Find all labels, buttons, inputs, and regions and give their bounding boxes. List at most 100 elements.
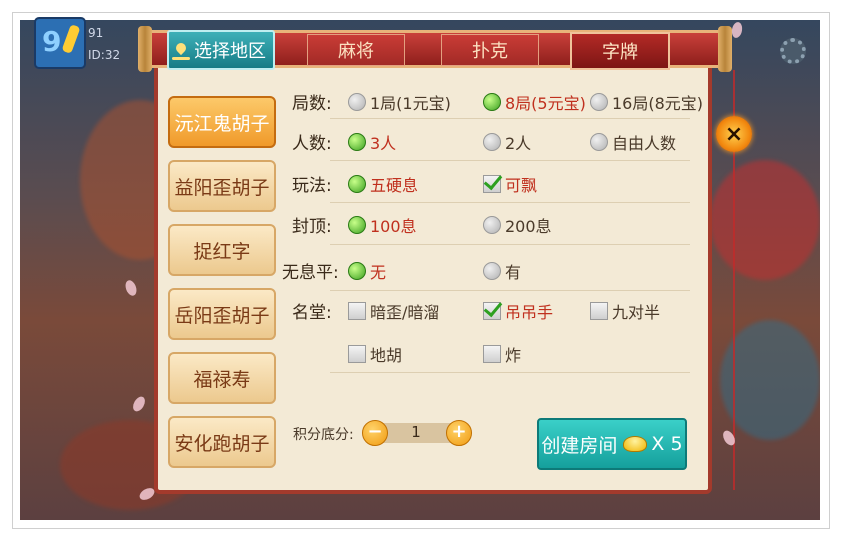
- players-option-label: 3人: [370, 134, 397, 153]
- ming-tang-option[interactable]: 九对半: [590, 299, 660, 323]
- radio-selected-icon: [348, 133, 366, 151]
- ming-tang-option-label: 九对半: [612, 303, 661, 322]
- ming-tang-option[interactable]: 暗歪/暗溜: [348, 299, 439, 323]
- play-label: 玩法:: [292, 176, 332, 196]
- no-xi-option-label: 无: [370, 263, 387, 282]
- tab-mahjong-label: 麻将: [338, 41, 374, 62]
- cap-option-label: 100息: [370, 217, 417, 236]
- ming-tang-option-label: 地胡: [370, 346, 403, 365]
- select-region-label: 选择地区: [194, 41, 266, 62]
- cap-option[interactable]: 100息: [348, 213, 417, 237]
- create-room-label: 创建房间: [541, 434, 618, 457]
- region-button[interactable]: 岳阳歪胡子: [168, 288, 276, 340]
- score-stepper[interactable]: 1 − +: [362, 420, 472, 446]
- region-button[interactable]: 安化跑胡子: [168, 416, 276, 468]
- tab-mahjong[interactable]: 麻将: [307, 34, 405, 66]
- region-label: 捉红字: [193, 240, 251, 263]
- row-divider: [330, 244, 690, 245]
- create-room-cost: X 5: [651, 433, 683, 455]
- region-button[interactable]: 福禄寿: [168, 352, 276, 404]
- create-room-button[interactable]: 创建房间 X 5: [537, 418, 687, 470]
- rounds-label: 局数:: [292, 94, 332, 114]
- play-option-label: 可飘: [505, 176, 538, 195]
- players-label: 人数:: [292, 134, 332, 154]
- no-xi-option[interactable]: 有: [483, 259, 521, 283]
- rounds-option-label: 16局(8元宝): [612, 94, 704, 113]
- no-xi-label: 无息平:: [282, 263, 339, 283]
- player-id: ID:32: [88, 48, 121, 62]
- players-option-label: 2人: [505, 134, 532, 153]
- checkbox-icon: [348, 345, 366, 363]
- minus-icon[interactable]: −: [362, 420, 388, 446]
- rounds-option-label: 8局(5元宝): [505, 94, 586, 113]
- tab-poker-label: 扑克: [472, 41, 508, 62]
- close-icon[interactable]: ×: [716, 116, 752, 152]
- checkbox-icon: [483, 345, 501, 363]
- region-sidebar[interactable]: 沅江鬼胡子 益阳歪胡子 捉红字 岳阳歪胡子 福禄寿 安化跑胡子: [162, 70, 280, 490]
- region-button[interactable]: 沅江鬼胡子: [168, 96, 276, 148]
- region-label: 安化跑胡子: [174, 432, 270, 455]
- close-glyph: ×: [724, 121, 744, 147]
- radio-selected-icon: [483, 93, 501, 111]
- rounds-option-label: 1局(1元宝): [370, 94, 451, 113]
- row-divider: [330, 290, 690, 291]
- ming-tang-label: 名堂:: [292, 303, 332, 323]
- no-xi-option-label: 有: [505, 263, 522, 282]
- radio-icon: [483, 133, 501, 151]
- players-option[interactable]: 3人: [348, 130, 396, 154]
- players-option-label: 自由人数: [612, 134, 677, 153]
- ming-tang-option[interactable]: 地胡: [348, 342, 402, 366]
- tab-poker[interactable]: 扑克: [441, 34, 539, 66]
- player-line1: 91: [88, 26, 104, 40]
- row-divider: [330, 118, 690, 119]
- player-info: 91 ID:32: [88, 22, 120, 66]
- ming-tang-option-label: 吊吊手: [505, 303, 554, 322]
- play-option[interactable]: 五硬息: [348, 172, 418, 196]
- gold-ingot-icon: [623, 436, 648, 452]
- ming-tang-option-label: 暗歪/暗溜: [370, 303, 440, 322]
- ming-tang-option[interactable]: 炸: [483, 342, 521, 366]
- play-option-label: 五硬息: [370, 176, 419, 195]
- region-label: 益阳歪胡子: [174, 176, 270, 199]
- avatar-icon[interactable]: 9: [34, 17, 86, 69]
- radio-selected-icon: [348, 175, 366, 193]
- checkbox-checked-icon: [483, 175, 501, 193]
- bg-banner: [710, 160, 820, 280]
- plus-icon[interactable]: +: [446, 420, 472, 446]
- no-xi-option[interactable]: 无: [348, 259, 386, 283]
- players-option[interactable]: 自由人数: [590, 130, 676, 154]
- rounds-option[interactable]: 1局(1元宝): [348, 90, 451, 114]
- checkbox-checked-icon: [483, 302, 501, 320]
- bg-panel: [720, 320, 820, 440]
- location-pin-icon: [172, 43, 190, 60]
- gear-icon[interactable]: [780, 38, 806, 64]
- region-button[interactable]: 捉红字: [168, 224, 276, 276]
- region-button[interactable]: 益阳歪胡子: [168, 160, 276, 212]
- rounds-option[interactable]: 16局(8元宝): [590, 90, 703, 114]
- play-option[interactable]: 可飘: [483, 172, 537, 196]
- checkbox-icon: [348, 302, 366, 320]
- select-region-tab[interactable]: 选择地区: [167, 30, 275, 70]
- radio-icon: [590, 93, 608, 111]
- row-divider: [330, 372, 690, 373]
- tab-zipai[interactable]: 字牌: [570, 32, 670, 70]
- scroll-rod-right: [718, 26, 732, 72]
- radio-selected-icon: [348, 216, 366, 234]
- players-option[interactable]: 2人: [483, 130, 531, 154]
- radio-icon: [483, 216, 501, 234]
- row-divider: [330, 160, 690, 161]
- row-divider: [330, 202, 690, 203]
- cap-label: 封顶:: [292, 217, 332, 237]
- scroll-rod-left: [138, 26, 152, 72]
- avatar-mark: [61, 24, 81, 54]
- rounds-option[interactable]: 8局(5元宝): [483, 90, 586, 114]
- cap-option[interactable]: 200息: [483, 213, 552, 237]
- region-label: 岳阳歪胡子: [174, 304, 270, 327]
- ming-tang-option[interactable]: 吊吊手: [483, 299, 553, 323]
- radio-selected-icon: [348, 262, 366, 280]
- region-label: 福禄寿: [193, 368, 251, 391]
- ming-tang-option-label: 炸: [505, 346, 522, 365]
- checkbox-icon: [590, 302, 608, 320]
- radio-icon: [348, 93, 366, 111]
- cap-option-label: 200息: [505, 217, 552, 236]
